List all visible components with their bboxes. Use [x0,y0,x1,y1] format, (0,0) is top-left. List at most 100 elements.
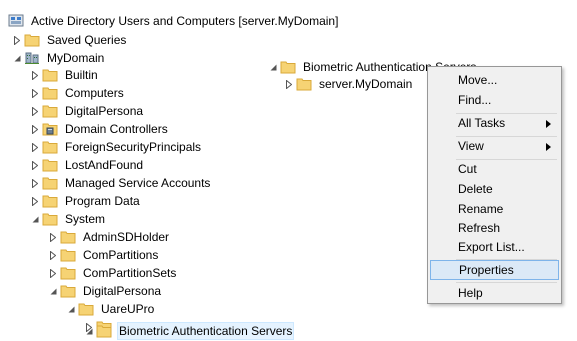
tree-label: Computers [65,86,124,100]
folder-icon [42,86,58,100]
expand-arrow-icon[interactable] [48,264,58,282]
folder-icon [42,158,58,172]
tree-item-uareupro[interactable]: UareUPro [66,300,156,318]
menu-item-refresh[interactable]: Refresh [430,218,559,238]
expand-arrow-icon[interactable] [30,66,40,84]
tree-item-lostandfound[interactable]: LostAndFound [30,156,145,174]
menu-item-help[interactable]: Help [430,283,559,303]
menu-item-find[interactable]: Find... [430,90,559,110]
menu-label: Move... [458,73,498,87]
right-item-server[interactable]: server.MyDomain [284,75,414,93]
menu-item-delete[interactable]: Delete [430,179,559,199]
expand-arrow-icon[interactable] [30,102,40,120]
tree-label: DigitalPersona [83,284,162,298]
folder-icon [78,302,94,316]
expand-arrow-icon[interactable] [30,138,40,156]
context-menu: Move... Find... All Tasks View Cut Delet… [427,66,562,304]
collapse-arrow-icon[interactable] [12,49,22,67]
menu-item-cut[interactable]: Cut [430,159,559,179]
tree-item-computers[interactable]: Computers [30,84,126,102]
expand-arrow-icon[interactable] [30,120,40,138]
expand-arrow-icon[interactable] [48,246,58,264]
expand-arrow-icon[interactable] [30,174,40,192]
folder-icon [42,194,58,208]
submenu-arrow-icon [546,117,551,131]
tree-label: LostAndFound [65,158,144,172]
tree-label: Program Data [65,194,140,208]
tree-item-system[interactable]: System [30,210,107,228]
tree-item-foreign-security-principals[interactable]: ForeignSecurityPrincipals [30,138,203,156]
tree-item-digitalpersona[interactable]: DigitalPersona [30,102,145,120]
tree-label: ComPartitions [83,248,159,262]
tree-label: Saved Queries [47,33,127,47]
tree-label: MyDomain [47,51,105,65]
folder-icon [60,230,76,244]
collapse-arrow-icon[interactable] [84,322,94,340]
folder-icon [280,60,296,74]
tree-label: Builtin [65,68,98,82]
collapse-arrow-icon[interactable] [268,58,278,76]
console-icon [8,14,24,28]
tree-root-label: Active Directory Users and Computers [se… [31,14,339,28]
tree-label: ForeignSecurityPrincipals [65,140,202,154]
folder-icon [24,33,40,47]
tree-item-compartitionsets[interactable]: ComPartitionSets [48,264,178,282]
tree-label: Domain Controllers [65,122,168,136]
folder-icon [42,104,58,118]
menu-item-export-list[interactable]: Export List... [430,237,559,257]
menu-label: Export List... [458,240,525,254]
tree-label: AdminSDHolder [83,230,170,244]
tree-label: DigitalPersona [65,104,144,118]
tree-item-adminsdholder[interactable]: AdminSDHolder [48,228,171,246]
domain-icon [24,51,40,65]
folder-icon [42,140,58,154]
expand-arrow-icon[interactable] [30,156,40,174]
collapse-arrow-icon[interactable] [30,210,40,228]
tree-item-domain-controllers[interactable]: Domain Controllers [30,120,170,138]
tree-label: Biometric Authentication Servers [117,322,295,340]
submenu-arrow-icon [546,140,551,154]
folder-icon [96,324,112,338]
tree-label: server.MyDomain [319,77,413,91]
tree-label: ComPartitionSets [83,266,177,280]
menu-item-move[interactable]: Move... [430,70,559,90]
expand-arrow-icon[interactable] [30,84,40,102]
menu-label: View [458,139,484,153]
menu-label: Help [458,286,483,300]
collapse-arrow-icon[interactable] [48,282,58,300]
collapse-arrow-icon[interactable] [66,300,76,318]
menu-label: All Tasks [458,116,506,130]
tree-item-system-digitalpersona[interactable]: DigitalPersona [48,282,163,300]
menu-item-rename[interactable]: Rename [430,199,559,219]
tree-item-managed-service-accounts[interactable]: Managed Service Accounts [30,174,212,192]
expand-arrow-icon[interactable] [30,192,40,210]
tree-label: Managed Service Accounts [65,176,211,190]
domain-controllers-icon [42,122,58,136]
menu-item-all-tasks[interactable]: All Tasks [430,113,559,133]
menu-label: Rename [458,202,504,216]
tree-item-saved-queries[interactable]: Saved Queries [12,31,128,49]
tree-item-compartitions[interactable]: ComPartitions [48,246,160,264]
expand-arrow-icon[interactable] [12,31,22,49]
menu-label: Refresh [458,221,501,235]
expand-arrow-icon[interactable] [284,75,294,93]
menu-item-properties[interactable]: Properties [430,260,559,280]
folder-icon [42,68,58,82]
tree-item-program-data[interactable]: Program Data [30,192,142,210]
folder-icon [42,176,58,190]
folder-icon [60,266,76,280]
tree-label: UareUPro [101,302,155,316]
menu-item-view[interactable]: View [430,136,559,156]
tree-root[interactable]: Active Directory Users and Computers [se… [8,12,340,30]
tree-item-builtin[interactable]: Builtin [30,66,100,84]
folder-icon [296,77,312,91]
folder-icon [42,212,58,226]
tree-item-biometric-authentication-servers[interactable]: Biometric Authentication Servers [84,322,295,340]
tree-label: System [65,212,106,226]
menu-label: Cut [458,162,477,176]
expand-arrow-icon[interactable] [48,228,58,246]
menu-label: Find... [458,93,492,107]
tree-item-mydomain[interactable]: MyDomain [12,49,106,67]
menu-label: Properties [459,263,514,277]
folder-icon [60,284,76,298]
